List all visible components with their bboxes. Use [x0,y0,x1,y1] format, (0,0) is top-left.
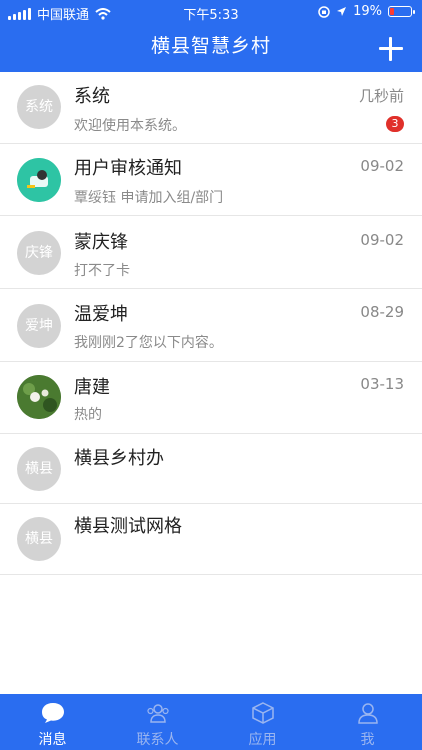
tab-contacts[interactable]: 联系人 [105,694,210,750]
unread-badge: 3 [386,116,404,132]
cube-icon [251,702,274,724]
tab-bar: 消息 联系人 应用 我 [0,694,422,750]
item-time: 09-02 [360,157,404,175]
avatar: 爱坤 [17,304,61,348]
item-title: 唐建 [74,377,110,398]
item-title: 蒙庆锋 [74,232,128,253]
item-subtitle: 欢迎使用本系统。 [74,118,186,134]
item-time: 09-02 [360,231,404,249]
avatar [17,158,61,202]
tab-label: 应用 [248,732,277,748]
add-button[interactable] [376,34,406,64]
battery-icon [388,6,415,17]
item-title: 横县乡村办 [74,448,164,469]
item-subtitle: 打不了卡 [74,263,130,279]
list-item[interactable]: 用户审核通知 09-02 覃绥钰 申请加入组/部门 [0,144,422,216]
page-title: 横县智慧乡村 [150,35,271,57]
status-right: 19% [318,4,415,19]
item-title: 横县测试网格 [74,516,182,537]
avatar: 横县 [17,517,61,561]
audit-notice-icon [17,158,61,202]
list-item[interactable]: 系统 系统 几秒前 欢迎使用本系统。 3 [0,72,422,144]
message-list: 系统 系统 几秒前 欢迎使用本系统。 3 用户审核通知 09-02 覃绥钰 申请… [0,72,422,575]
battery-percent: 19% [353,4,382,19]
item-subtitle: 热的 [74,407,102,423]
item-time: 03-13 [360,375,404,393]
list-item[interactable]: 爱坤 温爱坤 08-29 我刚刚2了您以下内容。 [0,289,422,362]
tab-messages[interactable]: 消息 [0,694,105,750]
person-icon [357,703,378,724]
tab-label: 联系人 [136,732,179,748]
photo-avatar-icon [17,375,61,419]
tab-apps[interactable]: 应用 [210,694,315,750]
item-title: 温爱坤 [74,304,128,325]
item-title: 系统 [74,86,110,107]
header-bar: 中国联通 下午5:33 19% 横县智慧乡村 [0,0,422,72]
location-icon [337,7,347,16]
contacts-icon [146,704,169,723]
chat-bubble-icon [41,703,64,723]
avatar [17,375,61,419]
item-time: 几秒前 [358,87,404,105]
list-item[interactable]: 横县 横县乡村办 [0,434,422,504]
avatar: 庆锋 [17,231,61,275]
avatar: 横县 [17,447,61,491]
list-item[interactable]: 庆锋 蒙庆锋 09-02 打不了卡 [0,216,422,289]
tab-label: 消息 [38,732,67,748]
list-item[interactable]: 横县 横县测试网格 [0,504,422,575]
tab-me[interactable]: 我 [315,694,420,750]
status-bar: 中国联通 下午5:33 19% [0,0,422,24]
item-title: 用户审核通知 [74,158,182,179]
orientation-lock-icon [318,5,330,18]
item-time: 08-29 [360,303,404,321]
item-subtitle: 覃绥钰 申请加入组/部门 [74,190,224,206]
list-item[interactable]: 唐建 03-13 热的 [0,362,422,434]
avatar: 系统 [17,85,61,129]
item-subtitle: 我刚刚2了您以下内容。 [74,335,223,351]
tab-label: 我 [360,732,375,748]
